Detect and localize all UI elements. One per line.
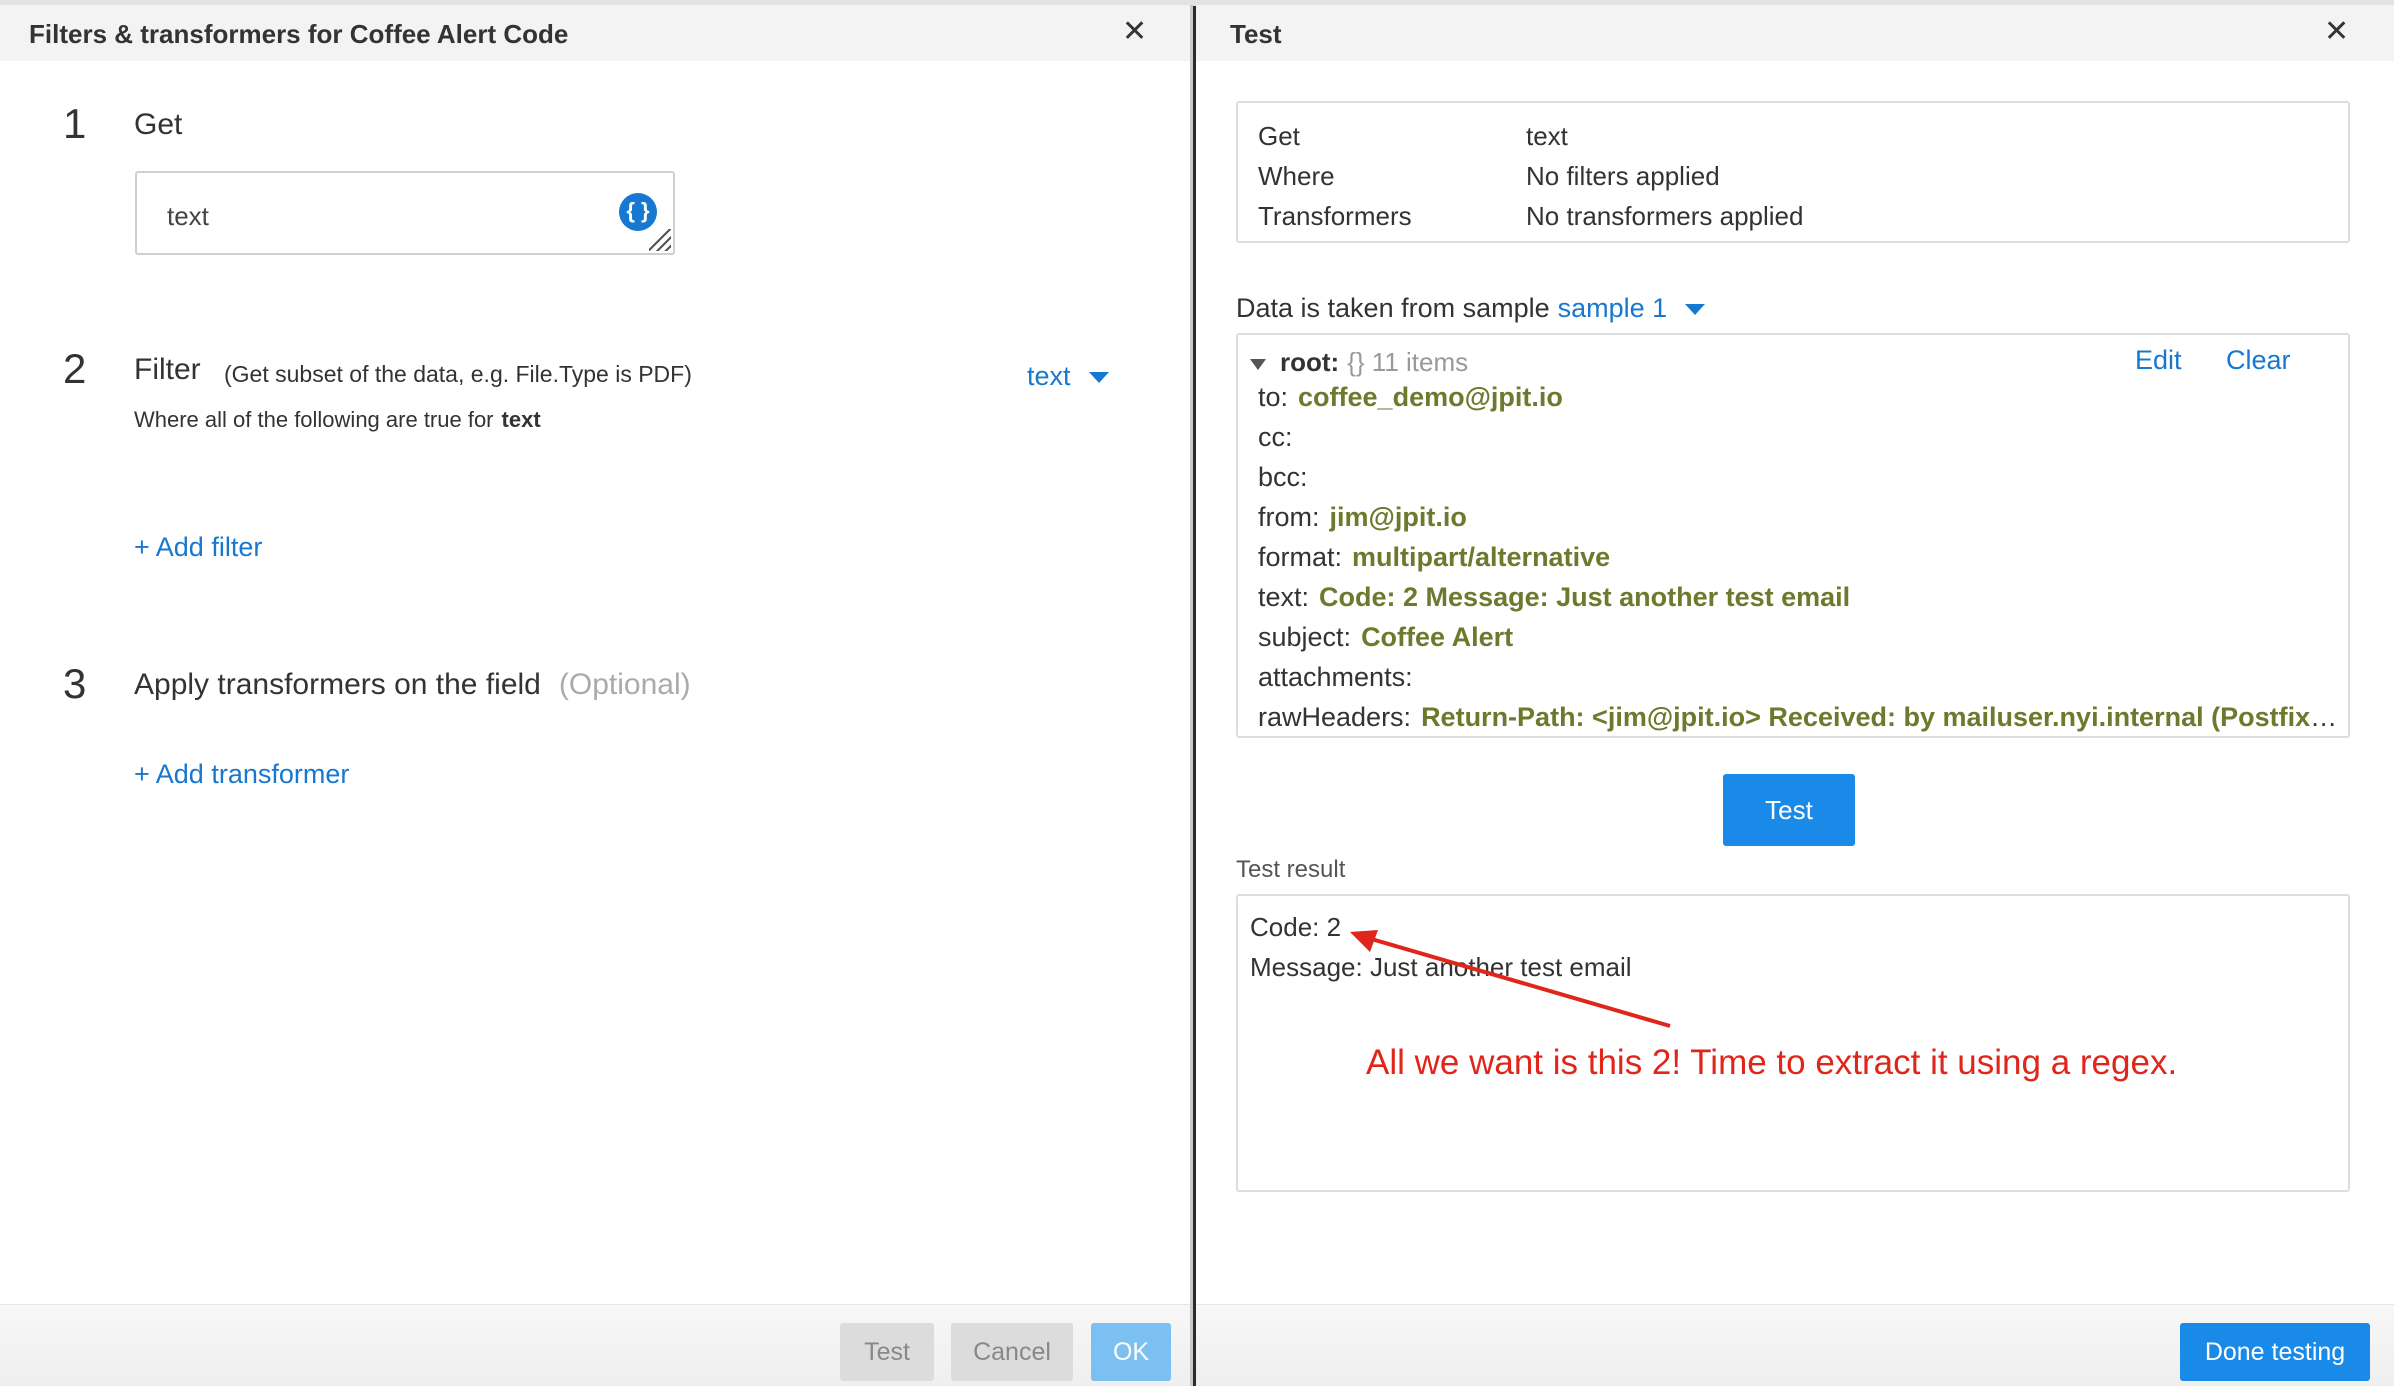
where-field: text <box>501 407 541 432</box>
tree-row: from: jim@jpit.io <box>1258 502 2338 533</box>
step-3-title-line: Apply transformers on the field (Optional… <box>134 668 691 702</box>
where-prefix: Where all of the following are true for <box>134 407 494 432</box>
tree-row: rawHeaders: Return-Path: <jim@jpit.io> Re… <box>1258 702 2338 733</box>
result-line-code: Code: 2 <box>1250 912 1342 942</box>
step-2-number: 2 <box>63 345 87 392</box>
tree-key: cc: <box>1258 422 1293 452</box>
tree-key: rawHeaders: <box>1258 702 1412 732</box>
tree-key: bcc: <box>1258 462 1308 492</box>
summary-value-where: No filters applied <box>1526 161 1720 191</box>
summary-label-where: Where <box>1258 161 1335 191</box>
step-3-number: 3 <box>63 660 87 707</box>
tree-key: format: <box>1258 542 1343 572</box>
tree-row: to: coffee_demo@jpit.io <box>1258 382 2338 413</box>
test-summary: Get text Where No filters applied Transf… <box>1236 101 2350 243</box>
sample-source-line: Data is taken from sample sample 1 <box>1236 293 1706 324</box>
optional-label: (Optional) <box>558 668 691 701</box>
step-2-title: Filter <box>134 353 201 386</box>
filter-field-value: text <box>1027 361 1071 391</box>
tree-key: subject: <box>1258 622 1352 652</box>
summary-value-transformers: No transformers applied <box>1526 201 1804 231</box>
tree-root-node[interactable]: root:{} 11 items <box>1250 347 1468 378</box>
collapse-triangle-icon[interactable] <box>1250 358 1266 370</box>
root-meta: {} 11 items <box>1347 347 1469 377</box>
sample-prefix: Data is taken from sample <box>1236 293 1550 323</box>
filter-hint: (Get subset of the data, e.g. File.Type … <box>224 361 692 387</box>
dialog-header: Filters & transformers for Coffee Alert … <box>0 5 1190 61</box>
dialog-title: Filters & transformers for Coffee Alert … <box>29 19 569 49</box>
sample-dropdown[interactable]: sample 1 <box>1558 293 1706 323</box>
test-result-label: Test result <box>1236 856 1346 883</box>
where-condition-text: Where all of the following are true for t… <box>134 407 541 433</box>
annotation-text: All we want is this 2! Time to extract i… <box>1366 1043 2178 1082</box>
tree-row: cc: <box>1258 422 2338 453</box>
dialog-footer: Test Cancel OK <box>0 1304 1190 1386</box>
tree-value: jim@jpit.io <box>1329 502 1467 532</box>
step-1-title: Get <box>134 108 183 141</box>
add-filter-link[interactable]: + Add filter <box>134 532 262 563</box>
tree-row: text: Code: 2 Message: Just another test … <box>1258 582 2338 613</box>
test-button-disabled[interactable]: Test <box>840 1323 934 1381</box>
expression-braces-icon[interactable]: { } <box>619 193 657 231</box>
cancel-button[interactable]: Cancel <box>951 1323 1073 1381</box>
filters-transformers-dialog: Filters & transformers for Coffee Alert … <box>0 5 1193 1386</box>
tree-value: Code: 2 Message: Just another test email <box>1319 582 1851 612</box>
chevron-down-icon <box>1685 304 1706 316</box>
tree-value: Return-Path: <jim@jpit.io> Received: by … <box>1421 702 2338 732</box>
tree-key: text: <box>1258 582 1310 612</box>
run-test-button[interactable]: Test <box>1723 774 1855 846</box>
step-1-number: 1 <box>63 100 87 147</box>
test-dialog-header: Test ✕ <box>1196 5 2394 61</box>
test-dialog-footer: Done testing <box>1196 1304 2394 1386</box>
summary-label-transformers: Transformers <box>1258 201 1412 231</box>
test-dialog: Test ✕ Get text Where No filters applied… <box>1196 5 2394 1386</box>
tree-row: bcc: <box>1258 462 2338 493</box>
summary-label-get: Get <box>1258 121 1300 151</box>
add-transformer-link[interactable]: + Add transformer <box>134 759 349 790</box>
tree-row: format: multipart/alternative <box>1258 542 2338 573</box>
step-3-title: Apply transformers on the field <box>134 668 541 701</box>
sample-data-tree[interactable]: root:{} 11 items Edit Clear to: coffee_de… <box>1236 333 2350 738</box>
done-testing-button[interactable]: Done testing <box>2180 1323 2370 1381</box>
get-field-value: text <box>167 201 209 231</box>
ok-button[interactable]: OK <box>1091 1323 1171 1381</box>
tree-value: multipart/alternative <box>1352 542 1611 572</box>
test-result-box: Code: 2 Message: Just another test email… <box>1236 894 2350 1192</box>
tree-key: from: <box>1258 502 1320 532</box>
summary-value-get: text <box>1526 121 1568 151</box>
tree-row: attachments: <box>1258 662 2338 693</box>
root-label: root: <box>1280 347 1340 377</box>
resize-handle-icon[interactable] <box>649 229 671 251</box>
sample-value: sample 1 <box>1557 293 1668 323</box>
result-line-message: Message: Just another test email <box>1250 952 1632 982</box>
tree-key: attachments: <box>1258 662 1413 692</box>
tree-value: coffee_demo@jpit.io <box>1298 382 1563 412</box>
test-dialog-title: Test <box>1230 19 1282 49</box>
edit-sample-link[interactable]: Edit <box>2135 345 2182 376</box>
chevron-down-icon <box>1088 372 1109 384</box>
tree-key: to: <box>1258 382 1289 412</box>
tree-row: subject: Coffee Alert <box>1258 622 2338 653</box>
close-icon[interactable]: ✕ <box>2324 17 2349 47</box>
filter-field-dropdown[interactable]: text <box>1027 361 1109 392</box>
get-field-input[interactable]: text { } <box>135 171 675 255</box>
tree-value: Coffee Alert <box>1361 622 1514 652</box>
clear-sample-link[interactable]: Clear <box>2226 345 2291 376</box>
close-icon[interactable]: ✕ <box>1122 17 1147 47</box>
